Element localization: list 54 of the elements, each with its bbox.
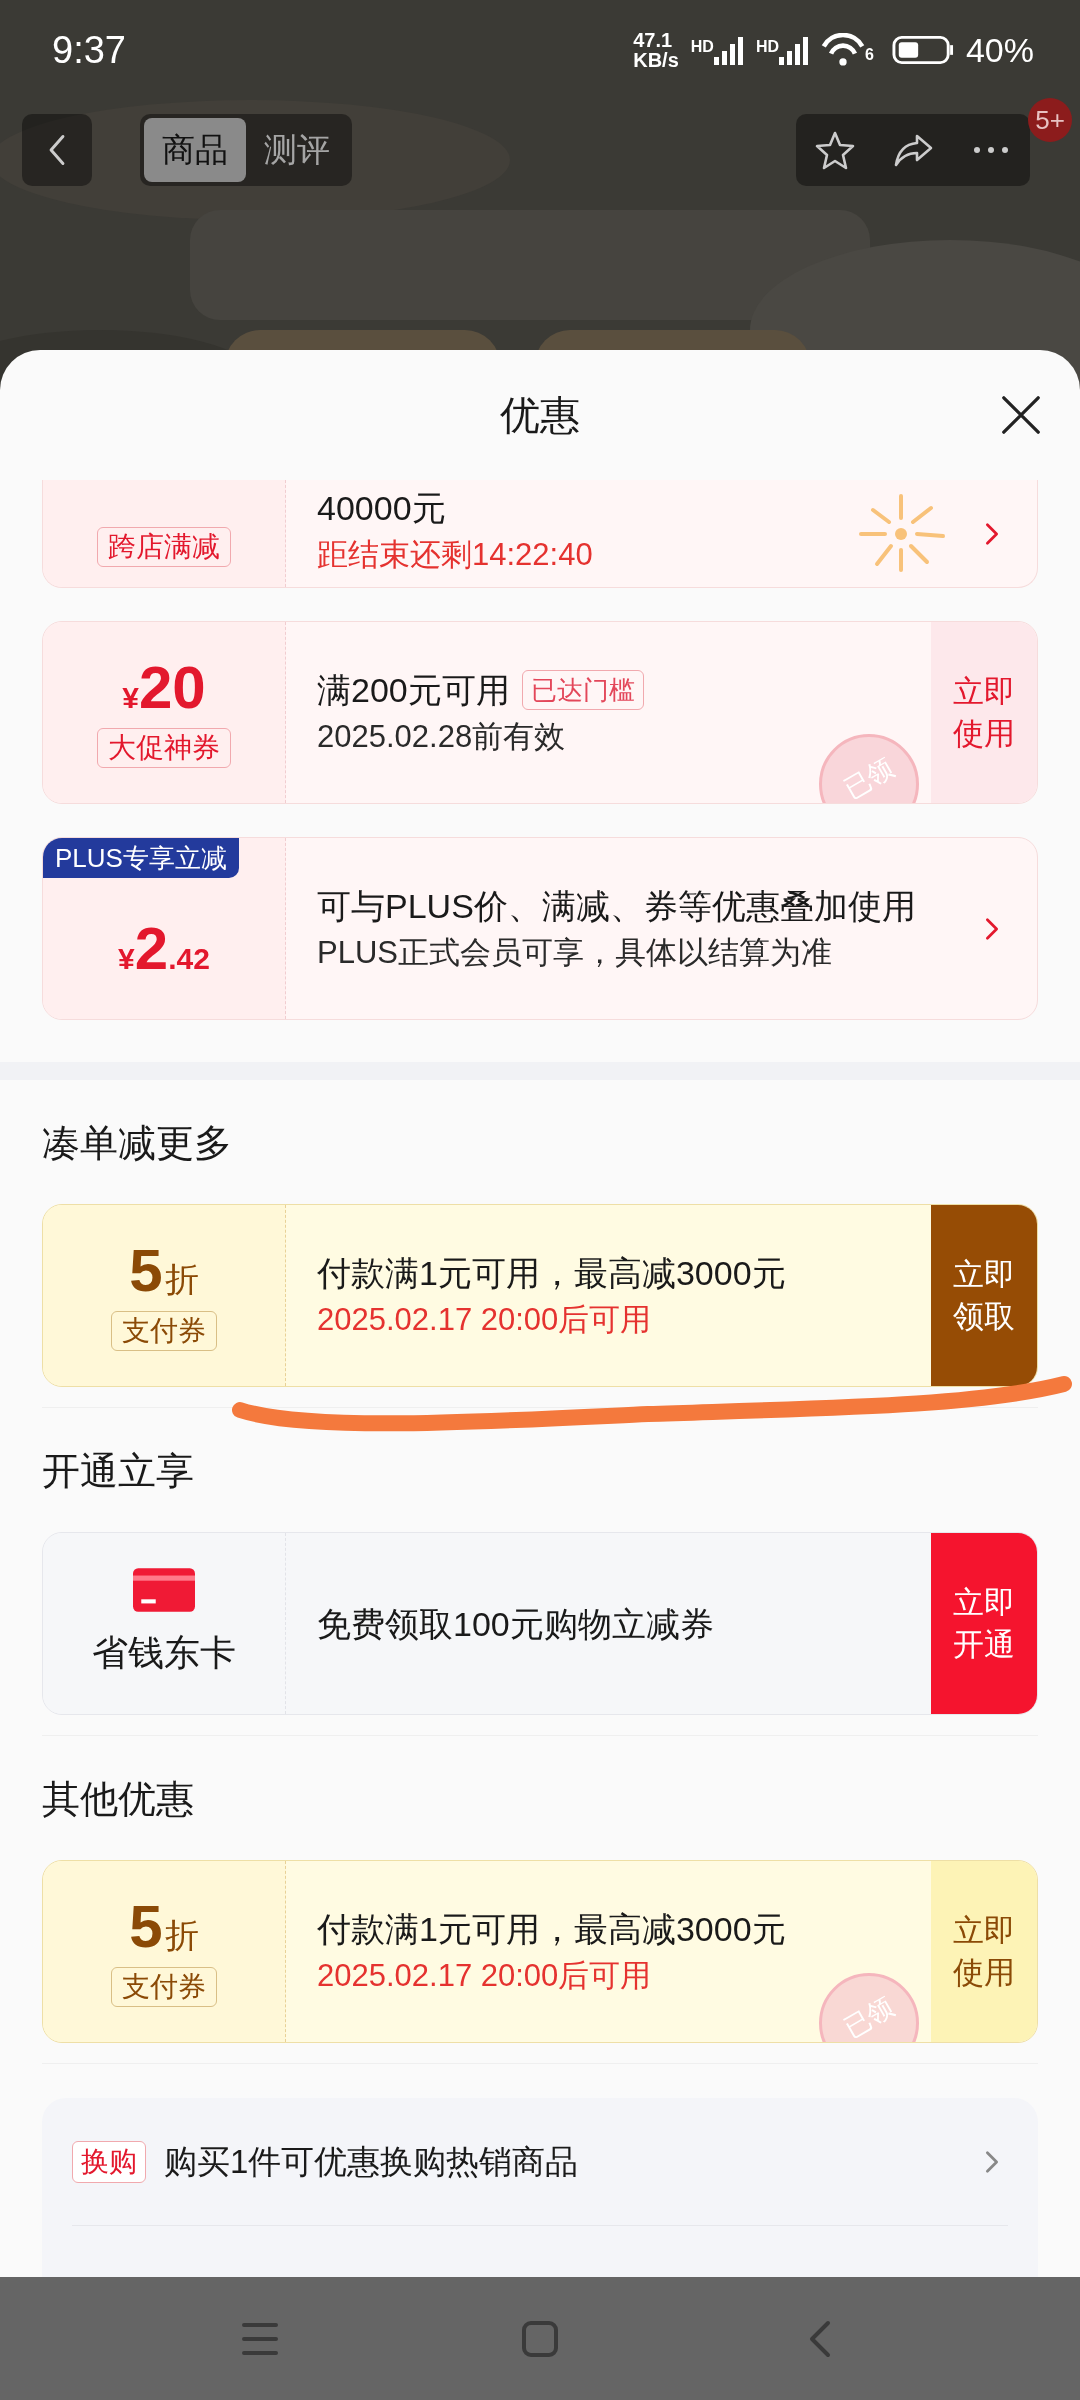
section-heading: 凑单减更多 bbox=[42, 1121, 233, 1166]
action-button[interactable]: 立即使用 bbox=[931, 1861, 1037, 2042]
section-heading: 其他优惠 bbox=[42, 1777, 195, 1822]
back-button[interactable] bbox=[22, 114, 92, 186]
coupon-type-tag: 支付券 bbox=[111, 1310, 217, 1351]
plus-tag: PLUS专享立减 bbox=[43, 838, 239, 878]
close-icon bbox=[1000, 394, 1042, 436]
threshold-badge: 已达门槛 bbox=[521, 669, 644, 710]
card-icon bbox=[133, 1567, 195, 1612]
coupon-title: 可与PLUS价、满减、券等优惠叠加使用 bbox=[317, 885, 916, 927]
star-icon bbox=[815, 130, 855, 170]
coupon-type-tag: 支付券 bbox=[111, 1966, 217, 2007]
coupon-card[interactable]: 省钱东卡 免费领取100元购物立减券 立即开通 bbox=[42, 1532, 1038, 1715]
coupon-type-tag: 大促神券 bbox=[97, 727, 231, 768]
coupon-validity: 2025.02.17 20:00后可用 bbox=[317, 1956, 653, 1995]
tab[interactable]: 测评 bbox=[246, 118, 348, 182]
action-button[interactable]: 立即领取 bbox=[931, 1205, 1037, 1386]
action-button[interactable]: 立即开通 bbox=[931, 1533, 1037, 1714]
coupon-amount: 5折 bbox=[129, 1896, 199, 1957]
battery-icon bbox=[891, 35, 954, 65]
coupon-validity: PLUS正式会员可享，具体以结算为准 bbox=[317, 933, 833, 972]
coupon-type-tag: 跨店满减 bbox=[97, 527, 231, 567]
card-name: 省钱东卡 bbox=[92, 1630, 236, 1675]
exchange-tag: 换购 bbox=[72, 2140, 146, 2183]
section-heading: 开通立享 bbox=[42, 1449, 195, 1494]
coupon-amount: ¥2.42 bbox=[118, 918, 210, 979]
coupon-amount: ¥20 bbox=[122, 657, 206, 718]
menu-icon bbox=[242, 2320, 278, 2357]
sheet-title: 优惠 bbox=[500, 392, 580, 439]
chevron-icon bbox=[984, 916, 1000, 941]
chevron-icon bbox=[984, 521, 1000, 546]
coupon-card[interactable]: 跨店满减 40000元 距结束还剩14:22:40 bbox=[42, 480, 1038, 588]
coupon-title: 付款满1元可用，最高减3000元 bbox=[317, 1908, 786, 1950]
action-button[interactable]: 立即使用 bbox=[931, 622, 1037, 803]
coupon-title: 免费领取100元购物立减券 bbox=[317, 1603, 714, 1645]
coupon-title: 满200元可用 bbox=[317, 669, 510, 711]
back-icon bbox=[808, 2319, 832, 2358]
exchange-row[interactable]: 换购 购买1件可优惠换购热销商品 bbox=[72, 2098, 1008, 2226]
tab[interactable]: 商品 bbox=[144, 118, 246, 182]
coupon-title: 40000元 bbox=[317, 488, 446, 529]
coupon-amount: 5折 bbox=[129, 1240, 199, 1301]
coupon-validity: 距结束还剩14:22:40 bbox=[317, 536, 594, 574]
coupon-title: 付款满1元可用，最高减3000元 bbox=[317, 1252, 786, 1294]
coupon-card[interactable]: 5折 支付券 付款满1元可用，最高减3000元 2025.02.17 20:00后可用 立即领取 bbox=[42, 1204, 1038, 1387]
clock-time: 9:37 bbox=[52, 27, 126, 73]
exchange-text: 购买1件可优惠换购热销商品 bbox=[164, 2141, 579, 2182]
network-speed: 47.1 KB/s bbox=[633, 30, 679, 70]
square-icon bbox=[521, 2319, 559, 2358]
battery-level: 40% bbox=[965, 29, 1034, 71]
more-icon bbox=[971, 144, 1011, 156]
coupon-validity: 2025.02.28前有效 bbox=[317, 717, 567, 756]
coupon-card[interactable]: ¥2.42 可与PLUS价、满减、券等优惠叠加使用 PLUS正式会员可享，具体以结算为准 PLUS专享立减 bbox=[42, 837, 1038, 1020]
chevron-icon bbox=[984, 2149, 1000, 2174]
coupon-validity: 2025.02.17 20:00后可用 bbox=[317, 1300, 653, 1339]
